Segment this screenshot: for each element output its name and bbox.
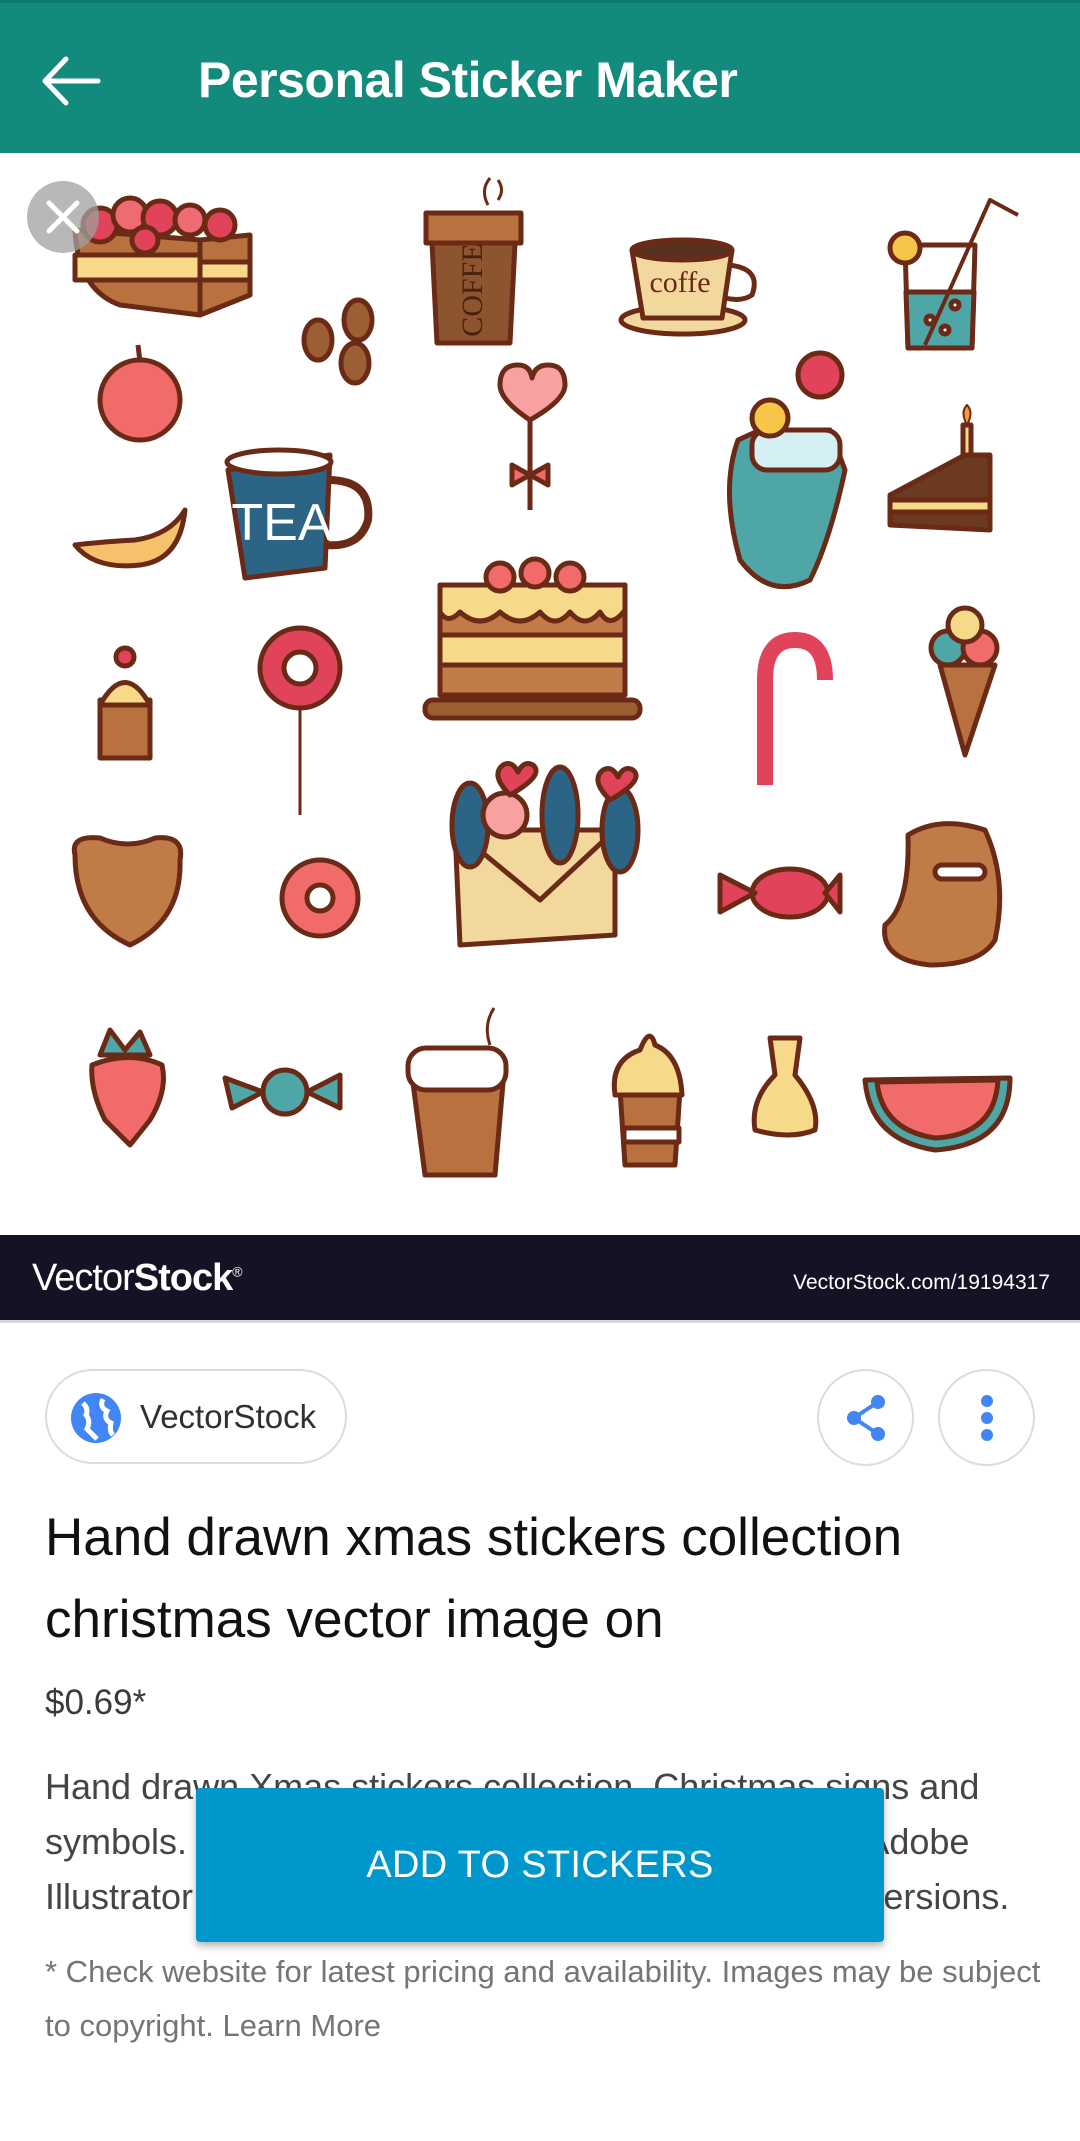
learn-more-link[interactable]: Learn More (223, 2008, 382, 2043)
status-bar-edge (0, 0, 1080, 3)
svg-text:coffe: coffe (649, 266, 710, 299)
source-site-chip[interactable]: VectorStock (45, 1369, 347, 1464)
watermark-url: VectorStock.com/19194317 (793, 1271, 1050, 1294)
sticker-apple (97, 344, 183, 443)
sticker-envelope-bouquet (449, 761, 641, 948)
add-to-stickers-button[interactable]: ADD TO STICKERS (196, 1788, 884, 1942)
sticker-layer-cake (422, 556, 643, 721)
share-button[interactable] (817, 1369, 914, 1466)
sticker-ice-cream-cone (928, 605, 1000, 758)
sticker-candy-cane (757, 632, 833, 785)
app-bar: Personal Sticker Maker (0, 0, 1080, 153)
back-button[interactable] (36, 46, 106, 116)
app-title: Personal Sticker Maker (198, 52, 738, 108)
close-image-button[interactable] (27, 181, 99, 253)
share-icon (846, 1394, 885, 1441)
sticker-lemonade (887, 198, 1019, 351)
source-site-name: VectorStock (140, 1398, 317, 1435)
sticker-coffee-takeaway (405, 1007, 509, 1178)
sticker-heart-lollipop (497, 362, 568, 510)
sticker-tea-mug: TEA (224, 447, 373, 581)
sticker-teal-candy (222, 1067, 343, 1117)
sticker-croissant (72, 507, 188, 569)
arrow-left-icon (42, 56, 101, 106)
svg-text:TEA: TEA (231, 494, 332, 552)
sticker-sheet-artwork: COFFE coffe TEA (71, 177, 1019, 1178)
more-vert-icon (980, 1394, 993, 1441)
product-price: $0.69* (45, 1683, 147, 1722)
divider (0, 1320, 1080, 1323)
sticker-coffee-beans (301, 297, 375, 386)
sticker-sheet-image[interactable]: COFFE coffe TEA (0, 153, 1080, 1235)
globe-icon (71, 1393, 121, 1443)
pricing-disclaimer: * Check website for latest pricing and a… (45, 1945, 1045, 2053)
image-watermark: VectorStock® VectorStock.com/19194317 (0, 1235, 1080, 1320)
product-title: Hand drawn xmas stickers collection chri… (45, 1508, 903, 1649)
sticker-mitten (727, 350, 848, 590)
sticker-strawberry (89, 1027, 166, 1148)
sticker-donut (279, 857, 361, 939)
sticker-cake-slice (72, 195, 253, 318)
svg-text:COFFE: COFFE (456, 243, 489, 336)
sticker-swirl-lollipop (257, 625, 343, 815)
sticker-candy-bag (751, 1035, 819, 1138)
sticker-red-candy (717, 866, 843, 920)
sticker-coffee-saucer: coffe (618, 237, 757, 337)
sticker-coffee-togo: COFFE (423, 177, 524, 346)
sticker-gingerbread-heart (71, 835, 184, 948)
sticker-ice-cream-cup (97, 645, 153, 761)
watermark-logo: VectorStock® (32, 1257, 243, 1299)
sticker-soft-serve (611, 1033, 685, 1168)
sticker-cake-candle (887, 404, 993, 533)
sticker-gingerbread-stocking (882, 821, 1003, 968)
disclaimer-text: * Check website for latest pricing and a… (45, 1954, 1041, 2043)
more-options-button[interactable] (938, 1369, 1035, 1466)
sticker-watermelon (862, 1075, 1013, 1153)
close-icon (46, 200, 80, 234)
